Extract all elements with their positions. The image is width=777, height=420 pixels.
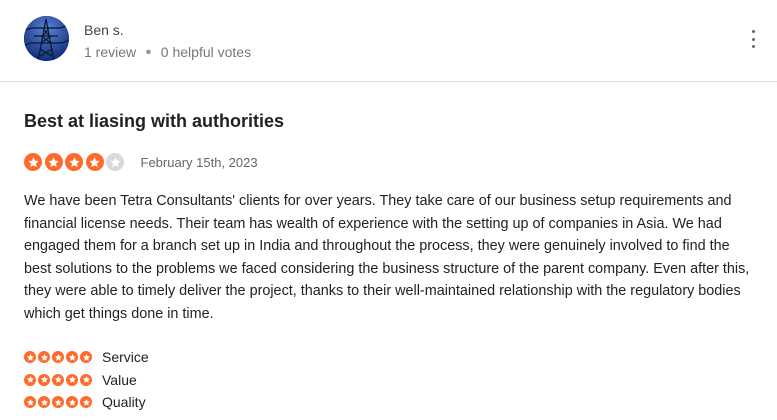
review-header: Ben s. 1 review ● 0 helpful votes [0,0,777,82]
sub-rating-label: Value [102,371,137,388]
review-body: We have been Tetra Consultants' clients … [24,193,750,322]
review-rating-row: February 15th, 2023 [24,153,258,171]
star-filled-icon [52,351,64,364]
star-filled-icon [80,396,92,409]
avatar[interactable] [24,16,69,61]
review-title: Best at liasing with authorities [24,111,285,131]
separator-dot: ● [145,46,152,58]
star-filled-icon [80,351,92,364]
star-filled-icon [38,396,50,409]
star-filled-icon [24,153,42,171]
star-filled-icon [38,373,50,386]
star-filled-icon [52,396,64,409]
star-filled-icon [38,351,50,364]
star-filled-icon [80,373,92,386]
star-empty-icon [106,153,124,171]
author-name[interactable]: Ben s. [84,22,124,38]
star-filled-icon [66,373,78,386]
sub-ratings: Service Value Quality [24,346,149,414]
sub-rating-label: Service [102,349,149,366]
star-filled-icon [65,153,83,171]
menu-dot [751,37,755,41]
sub-star-rating [24,373,94,386]
sub-star-rating [24,396,94,409]
star-rating [24,153,127,171]
star-filled-icon [24,373,36,386]
power-tower-icon [24,16,69,61]
sub-rating-label: Quality [102,394,146,411]
review-date: February 15th, 2023 [140,154,258,170]
star-filled-icon [66,396,78,409]
review-count: 1 review [84,44,137,60]
sub-star-rating [24,351,94,364]
sub-rating-row: Value [24,369,149,392]
author-meta: 1 review ● 0 helpful votes [84,44,251,60]
review-card: Ben s. 1 review ● 0 helpful votes Best a… [0,0,777,420]
sub-rating-row: Service [24,346,149,369]
star-filled-icon [44,153,63,171]
star-filled-icon [24,396,36,409]
helpful-votes: 0 helpful votes [160,44,252,60]
more-options-icon[interactable] [744,28,762,50]
sub-rating-row: Quality [24,391,149,414]
star-filled-icon [85,153,104,171]
menu-dot [751,45,755,48]
star-filled-icon [66,351,78,364]
star-filled-icon [52,373,64,386]
menu-dot [751,30,755,33]
star-filled-icon [24,351,36,364]
